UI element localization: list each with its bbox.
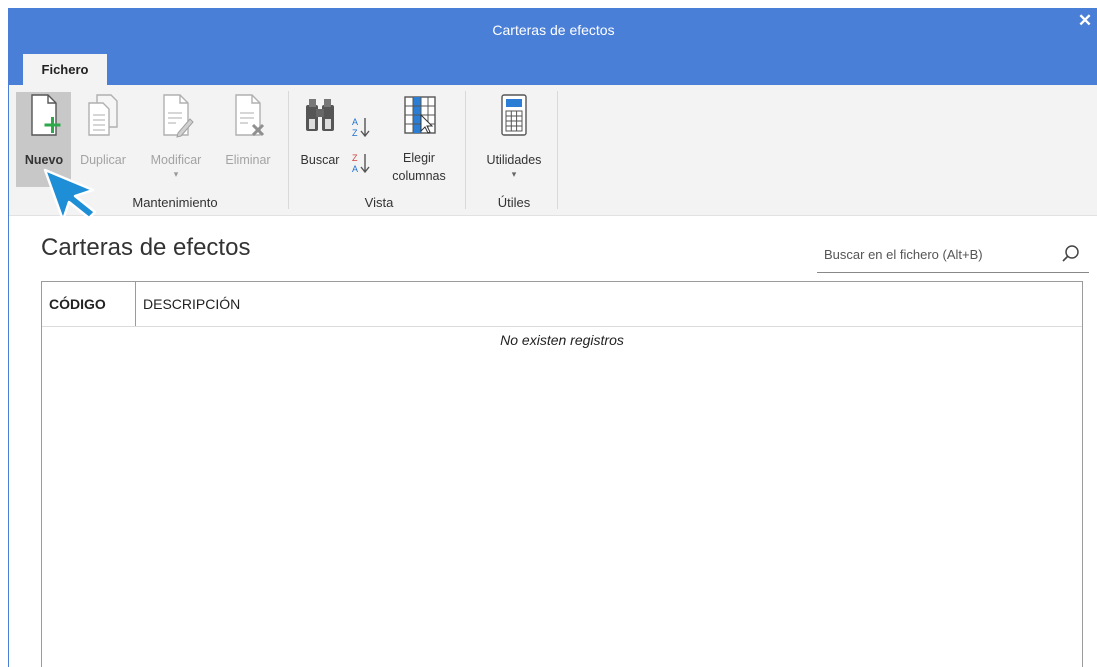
elegir-columnas-label: Elegir columnas xyxy=(392,151,446,183)
eliminar-button[interactable]: Eliminar xyxy=(216,91,280,191)
column-header-descripcion[interactable]: DESCRIPCIÓN xyxy=(143,282,240,326)
binoculars-icon xyxy=(306,99,334,131)
group-label-vista: Vista xyxy=(364,195,394,210)
svg-text:Z: Z xyxy=(352,128,358,138)
modificar-button[interactable]: Modificar ▾ xyxy=(139,91,213,191)
search-field[interactable]: Buscar en el fichero (Alt+B) xyxy=(817,240,1089,273)
records-grid: CÓDIGO DESCRIPCIÓN No existen registros xyxy=(41,281,1083,667)
nuevo-label: Nuevo xyxy=(24,153,64,167)
eliminar-label: Eliminar xyxy=(225,153,271,167)
close-icon[interactable]: ✕ xyxy=(1076,12,1094,30)
modificar-dropdown-icon: ▾ xyxy=(173,169,179,179)
tab-fichero[interactable]: Fichero xyxy=(23,54,107,85)
empty-message: No existen registros xyxy=(500,332,624,348)
svg-text:A: A xyxy=(352,164,358,174)
title-bar: Carteras de efectos ✕ xyxy=(9,8,1097,54)
ribbon: Nuevo Duplicar Modificar ▾ Eliminar Mant… xyxy=(9,85,1097,216)
group-separator xyxy=(288,91,289,209)
svg-text:Z: Z xyxy=(352,153,358,163)
new-document-icon xyxy=(31,94,61,136)
svg-text:A: A xyxy=(352,117,358,127)
search-input[interactable]: Buscar en el fichero (Alt+B) xyxy=(824,247,983,262)
delete-document-icon xyxy=(235,94,265,137)
modificar-label: Modificar xyxy=(150,153,202,167)
group-separator xyxy=(557,91,558,209)
elegir-columnas-button[interactable]: Elegir columnas xyxy=(381,91,457,201)
calculator-icon xyxy=(501,94,527,136)
sort-ascending-icon[interactable]: A Z xyxy=(351,115,371,139)
edit-document-icon xyxy=(163,94,194,138)
sort-descending-icon[interactable]: Z A xyxy=(351,151,371,175)
utilidades-dropdown-icon: ▾ xyxy=(511,169,517,179)
buscar-button[interactable]: Buscar xyxy=(294,91,346,191)
utilidades-button[interactable]: Utilidades ▾ xyxy=(471,91,557,191)
page-title: Carteras de efectos xyxy=(41,234,251,261)
duplicate-icon xyxy=(88,94,118,136)
duplicar-label: Duplicar xyxy=(80,153,126,167)
group-label-mantenimiento: Mantenimiento xyxy=(132,195,218,210)
ribbon-tab-strip: Fichero xyxy=(9,54,1097,85)
group-label-utiles: Útiles xyxy=(497,195,531,210)
search-icon[interactable] xyxy=(1061,244,1081,264)
window-title: Carteras de efectos xyxy=(492,22,615,38)
carteras-window: Carteras de efectos ✕ Fichero Nuevo Dupl… xyxy=(8,8,1097,667)
grid-header: CÓDIGO DESCRIPCIÓN xyxy=(42,282,1082,327)
choose-columns-icon xyxy=(404,96,436,134)
group-separator xyxy=(465,91,466,209)
pointer-arrow-icon xyxy=(43,168,97,222)
column-header-codigo[interactable]: CÓDIGO xyxy=(42,282,136,326)
buscar-label: Buscar xyxy=(300,153,340,167)
utilidades-label: Utilidades xyxy=(486,153,542,167)
